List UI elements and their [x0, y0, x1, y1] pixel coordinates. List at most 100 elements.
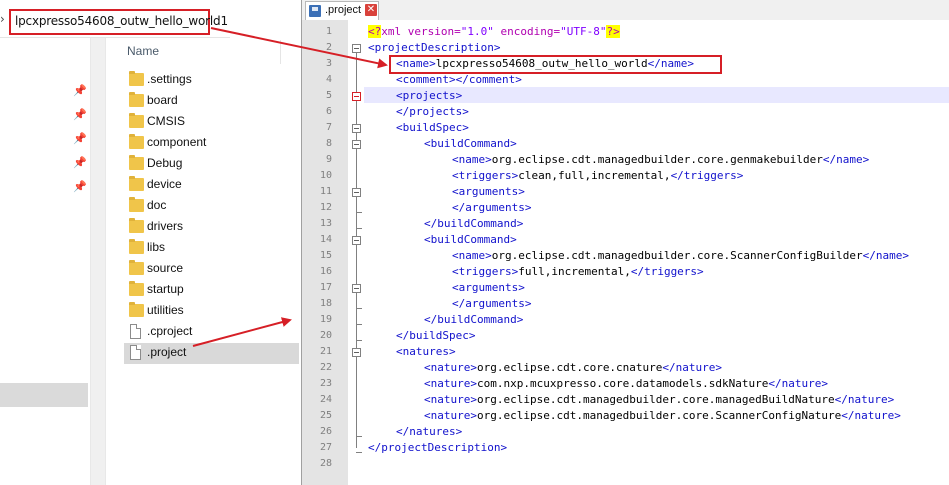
fold-end: [356, 308, 362, 309]
code-line-14: <buildCommand>: [424, 233, 517, 246]
line-number: 22: [319, 362, 332, 373]
pin-icon[interactable]: 📌: [73, 108, 87, 121]
code-line-23: <nature>com.nxp.mcuxpresso.core.datamode…: [424, 377, 828, 390]
nav-selected-item[interactable]: [0, 383, 88, 407]
file-name: .project: [147, 345, 187, 359]
file-list-item[interactable]: .cproject: [124, 322, 299, 343]
file-list-item[interactable]: device: [124, 175, 299, 196]
pin-icon[interactable]: 📌: [73, 156, 87, 169]
line-number: 6: [325, 106, 332, 117]
code-line-17: <arguments>: [452, 281, 525, 294]
fold-collapse-icon[interactable]: [352, 92, 361, 101]
fold-collapse-icon[interactable]: [352, 140, 361, 149]
code-line-25: <nature>org.eclipse.cdt.managedbuilder.c…: [424, 409, 901, 422]
file-list-item[interactable]: libs: [124, 238, 299, 259]
file-name: device: [147, 177, 182, 191]
folder-icon: [129, 218, 144, 233]
folder-icon: [129, 239, 144, 254]
folder-icon: [129, 92, 144, 107]
file-list-item[interactable]: .project: [124, 343, 299, 364]
file-name: Debug: [147, 156, 183, 170]
folder-icon: [129, 113, 144, 128]
fold-line: [356, 245, 357, 284]
line-number: 21: [319, 346, 332, 357]
name-column-header[interactable]: Name: [127, 44, 159, 58]
line-number: 16: [319, 266, 332, 277]
file-name: board: [147, 93, 178, 107]
fold-collapse-icon[interactable]: [352, 188, 361, 197]
pin-icon[interactable]: 📌: [73, 180, 87, 193]
line-number: 14: [319, 234, 332, 245]
nav-scrollbar[interactable]: [90, 38, 106, 485]
line-number: 1: [325, 26, 332, 37]
file-list-item[interactable]: .settings: [124, 70, 299, 91]
folder-icon: [129, 176, 144, 191]
code-line-19: </buildCommand>: [424, 313, 524, 326]
breadcrumb-chevron-icon[interactable]: ›: [0, 12, 5, 26]
file-list-item[interactable]: Debug: [124, 154, 299, 175]
file-list-item[interactable]: drivers: [124, 217, 299, 238]
file-name: utilities: [147, 303, 184, 317]
folder-icon: [129, 155, 144, 170]
close-icon[interactable]: ✕: [365, 4, 377, 16]
fold-collapse-icon[interactable]: [352, 124, 361, 133]
line-number: 28: [319, 458, 332, 469]
line-number: 2: [325, 42, 332, 53]
code-line-27: </projectDescription>: [368, 441, 508, 454]
line-number: 17: [319, 282, 332, 293]
file-list-item[interactable]: source: [124, 259, 299, 280]
fold-line: [356, 133, 357, 140]
fold-collapse-icon[interactable]: [352, 348, 361, 357]
code-line-15: <name>org.eclipse.cdt.managedbuilder.cor…: [452, 249, 909, 262]
file-list-item[interactable]: component: [124, 133, 299, 154]
line-number: 23: [319, 378, 332, 389]
file-name: drivers: [147, 219, 184, 233]
fold-collapse-icon[interactable]: [352, 284, 361, 293]
code-line-22: <nature>org.eclipse.cdt.core.cnature</na…: [424, 361, 723, 374]
fold-end: [356, 340, 362, 341]
file-list-item[interactable]: startup: [124, 280, 299, 301]
pin-icon[interactable]: 📌: [73, 84, 87, 97]
file-explorer: 📌 📌 📌 📌 📌 › lpcxpresso54608_outw_hello_w…: [0, 0, 301, 485]
fold-line: [356, 101, 357, 124]
line-number: 4: [325, 74, 332, 85]
address-divider: [0, 37, 230, 38]
file-name: doc: [147, 198, 167, 212]
fold-line: [356, 149, 357, 188]
line-number: 7: [325, 122, 332, 133]
save-disk-icon: [309, 5, 321, 17]
line-number: 10: [319, 170, 332, 181]
navigation-pane: 📌 📌 📌 📌 📌: [0, 38, 88, 485]
file-name: startup: [147, 282, 184, 296]
code-line-18: </arguments>: [452, 297, 532, 310]
fold-end: [356, 212, 362, 213]
code-line-7: <buildSpec>: [396, 121, 469, 134]
tab-bar: [302, 0, 949, 21]
folder-icon: [129, 281, 144, 296]
file-name: source: [147, 261, 184, 275]
file-list-item[interactable]: utilities: [124, 301, 299, 322]
line-number: 24: [319, 394, 332, 405]
line-number: 11: [319, 186, 332, 197]
file-list-item[interactable]: CMSIS: [124, 112, 299, 133]
file-list-item[interactable]: board: [124, 91, 299, 112]
code-line-9: <name>org.eclipse.cdt.managedbuilder.cor…: [452, 153, 870, 166]
fold-end: [356, 324, 362, 325]
fold-end: [356, 228, 362, 229]
pin-icon[interactable]: 📌: [73, 132, 87, 145]
code-line-13: </buildCommand>: [424, 217, 524, 230]
fold-line: [356, 53, 357, 92]
code-line-12: </arguments>: [452, 201, 532, 214]
line-number: 12: [319, 202, 332, 213]
folder-icon: [129, 197, 144, 212]
code-line-1: <?xml version="1.0" encoding="UTF-8"?>: [368, 25, 620, 38]
tab-project[interactable]: .project ✕: [305, 1, 379, 20]
fold-collapse-icon[interactable]: [352, 44, 361, 53]
address-bar-path[interactable]: lpcxpresso54608_outw_hello_world1: [15, 14, 228, 28]
code-line-16: <triggers>full,incremental,</triggers>: [452, 265, 704, 278]
fold-collapse-icon[interactable]: [352, 236, 361, 245]
fold-end: [356, 452, 362, 453]
file-list-item[interactable]: doc: [124, 196, 299, 217]
file-name: component: [147, 135, 207, 149]
column-divider[interactable]: [280, 40, 281, 64]
